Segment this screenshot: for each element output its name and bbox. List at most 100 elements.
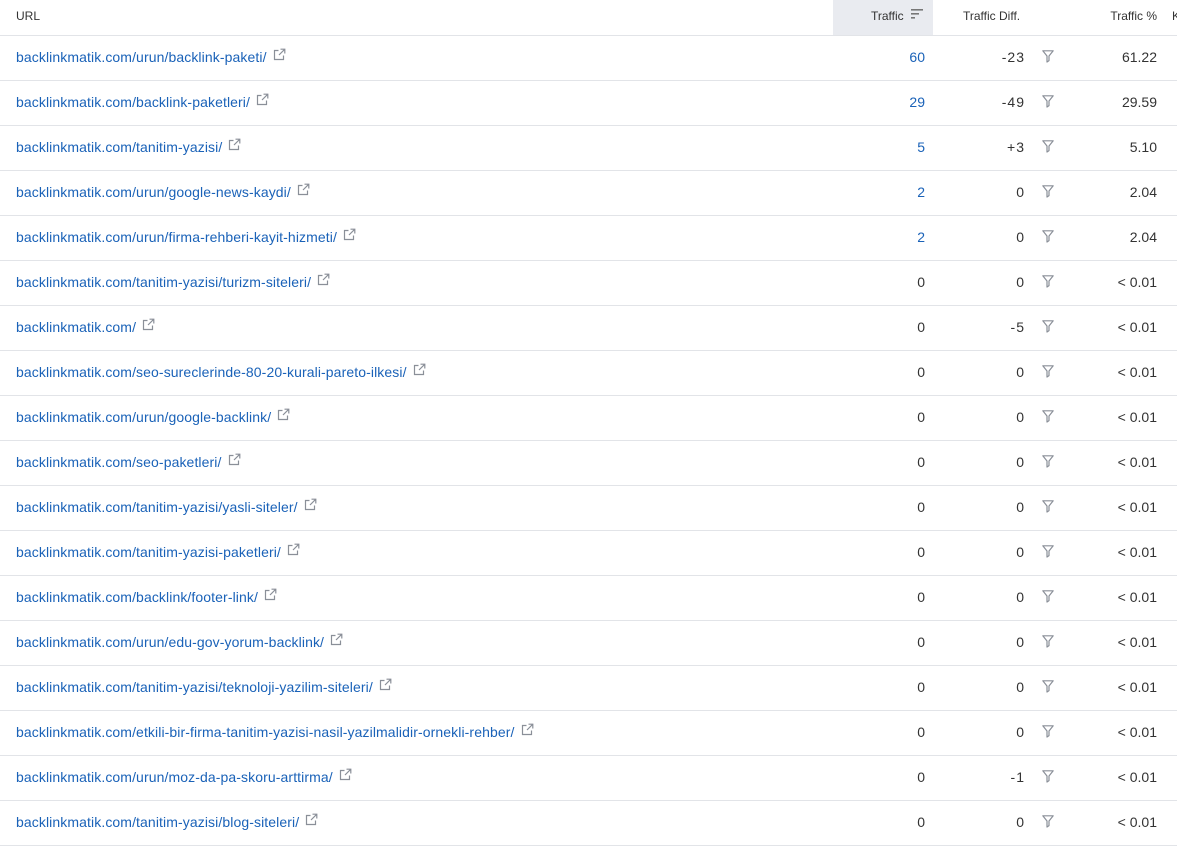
url-link[interactable]: backlinkmatik.com/backlink-paketleri/ (16, 94, 250, 110)
external-link-icon[interactable] (264, 575, 277, 618)
external-link-icon[interactable] (317, 260, 330, 303)
traffic-value: 0 (917, 319, 925, 335)
traffic-value: 0 (917, 409, 925, 425)
url-link[interactable]: backlinkmatik.com/tanitim-yazisi/teknolo… (16, 679, 373, 695)
external-link-icon[interactable] (343, 215, 356, 258)
filter-icon[interactable] (1042, 261, 1054, 305)
external-link-icon[interactable] (273, 35, 286, 78)
external-link-icon[interactable] (297, 170, 310, 213)
filter-icon[interactable] (1042, 216, 1054, 260)
url-link[interactable]: backlinkmatik.com/urun/firma-rehberi-kay… (16, 229, 337, 245)
url-link[interactable]: backlinkmatik.com/seo-paketleri/ (16, 454, 222, 470)
sort-descending-icon[interactable] (911, 0, 923, 32)
filter-icon[interactable] (1042, 531, 1054, 575)
traffic-value[interactable]: 2 (917, 216, 925, 260)
external-link-icon[interactable] (304, 485, 317, 528)
traffic-value[interactable]: 2 (917, 171, 925, 215)
traffic-value[interactable]: 60 (909, 36, 925, 80)
external-link-icon[interactable] (330, 620, 343, 663)
traffic-percent-value: < 0.01 (1117, 724, 1157, 740)
filter-icon[interactable] (1042, 306, 1054, 350)
external-link-icon[interactable] (287, 530, 300, 573)
traffic-percent-value: 29.59 (1121, 94, 1157, 110)
url-link[interactable]: backlinkmatik.com/tanitim-yazisi/ (16, 139, 222, 155)
traffic-value: 0 (917, 814, 925, 830)
filter-icon[interactable] (1042, 621, 1054, 665)
filter-icon[interactable] (1042, 81, 1054, 125)
traffic-value: 0 (917, 769, 925, 785)
traffic-percent-value: < 0.01 (1117, 364, 1157, 380)
external-link-icon[interactable] (228, 440, 241, 483)
filter-icon[interactable] (1042, 666, 1054, 710)
url-cell: backlinkmatik.com/ (16, 306, 155, 350)
filter-icon[interactable] (1042, 576, 1054, 620)
url-cell: backlinkmatik.com/urun/google-backlink/ (16, 396, 290, 440)
traffic-value: 0 (917, 589, 925, 605)
external-link-icon[interactable] (142, 305, 155, 348)
external-link-icon[interactable] (256, 80, 269, 123)
traffic-diff-value: 0 (1016, 184, 1025, 200)
traffic-diff-value: 0 (1016, 499, 1025, 515)
column-header-url[interactable]: URL (16, 0, 40, 35)
external-link-icon[interactable] (228, 125, 241, 168)
table-row: backlinkmatik.com/0 -5 < 0.01 (0, 306, 1177, 351)
column-header-traffic[interactable]: Traffic (833, 0, 933, 35)
filter-icon[interactable] (1042, 801, 1054, 845)
url-link[interactable]: backlinkmatik.com/tanitim-yazisi-paketle… (16, 544, 281, 560)
url-link[interactable]: backlinkmatik.com/ (16, 319, 136, 335)
filter-icon[interactable] (1042, 171, 1054, 215)
external-link-icon[interactable] (277, 395, 290, 438)
filter-icon[interactable] (1042, 36, 1054, 80)
filter-icon[interactable] (1042, 396, 1054, 440)
url-cell: backlinkmatik.com/urun/firma-rehberi-kay… (16, 216, 356, 260)
traffic-percent-value: 5.10 (1129, 139, 1157, 155)
traffic-percent-value: < 0.01 (1117, 634, 1157, 650)
filter-icon[interactable] (1042, 126, 1054, 170)
url-link[interactable]: backlinkmatik.com/urun/moz-da-pa-skoru-a… (16, 769, 333, 785)
traffic-diff-value: 0 (1016, 274, 1025, 290)
external-link-icon[interactable] (339, 755, 352, 798)
external-link-icon[interactable] (413, 350, 426, 393)
url-cell: backlinkmatik.com/tanitim-yazisi/teknolo… (16, 666, 392, 710)
external-link-icon[interactable] (379, 665, 392, 708)
external-link-icon[interactable] (521, 710, 534, 753)
url-link[interactable]: backlinkmatik.com/seo-sureclerinde-80-20… (16, 364, 407, 380)
url-cell: backlinkmatik.com/tanitim-yazisi/yasli-s… (16, 486, 317, 530)
filter-icon[interactable] (1042, 351, 1054, 395)
traffic-percent-value: < 0.01 (1117, 544, 1157, 560)
traffic-value: 0 (917, 724, 925, 740)
url-cell: backlinkmatik.com/seo-sureclerinde-80-20… (16, 351, 426, 395)
url-link[interactable]: backlinkmatik.com/etkili-bir-firma-tanit… (16, 724, 515, 740)
traffic-percent-value: 61.22 (1121, 49, 1157, 65)
traffic-diff-value: -49 (1001, 94, 1025, 110)
traffic-value: 0 (917, 634, 925, 650)
url-link[interactable]: backlinkmatik.com/tanitim-yazisi/blog-si… (16, 814, 299, 830)
url-link[interactable]: backlinkmatik.com/tanitim-yazisi/turizm-… (16, 274, 311, 290)
url-cell: backlinkmatik.com/etkili-bir-firma-tanit… (16, 711, 534, 755)
url-link[interactable]: backlinkmatik.com/urun/google-backlink/ (16, 409, 271, 425)
filter-icon[interactable] (1042, 486, 1054, 530)
traffic-value[interactable]: 5 (917, 126, 925, 170)
table-row: backlinkmatik.com/tanitim-yazisi-paketle… (0, 531, 1177, 576)
filter-icon[interactable] (1042, 756, 1054, 800)
traffic-percent-value: 2.04 (1129, 184, 1157, 200)
url-link[interactable]: backlinkmatik.com/tanitim-yazisi/yasli-s… (16, 499, 298, 515)
external-link-icon[interactable] (305, 800, 318, 843)
column-header-traffic-diff[interactable]: Traffic Diff. (963, 0, 1020, 35)
url-link[interactable]: backlinkmatik.com/urun/backlink-paketi/ (16, 49, 267, 65)
table-row: backlinkmatik.com/seo-paketleri/0 0 < 0.01 (0, 441, 1177, 486)
url-cell: backlinkmatik.com/urun/backlink-paketi/ (16, 36, 286, 80)
column-header-k[interactable]: K (1172, 0, 1177, 35)
table-row: backlinkmatik.com/etkili-bir-firma-tanit… (0, 711, 1177, 756)
table-row: backlinkmatik.com/backlink-paketleri/29 -… (0, 81, 1177, 126)
url-link[interactable]: backlinkmatik.com/urun/google-news-kaydi… (16, 184, 291, 200)
url-link[interactable]: backlinkmatik.com/backlink/footer-link/ (16, 589, 258, 605)
traffic-percent-value: < 0.01 (1117, 409, 1157, 425)
filter-icon[interactable] (1042, 711, 1054, 755)
filter-icon[interactable] (1042, 441, 1054, 485)
column-header-traffic-percent[interactable]: Traffic % (1110, 0, 1157, 35)
traffic-diff-value: 0 (1016, 724, 1025, 740)
traffic-value[interactable]: 29 (909, 81, 925, 125)
url-link[interactable]: backlinkmatik.com/urun/edu-gov-yorum-bac… (16, 634, 324, 650)
traffic-percent-value: < 0.01 (1117, 814, 1157, 830)
